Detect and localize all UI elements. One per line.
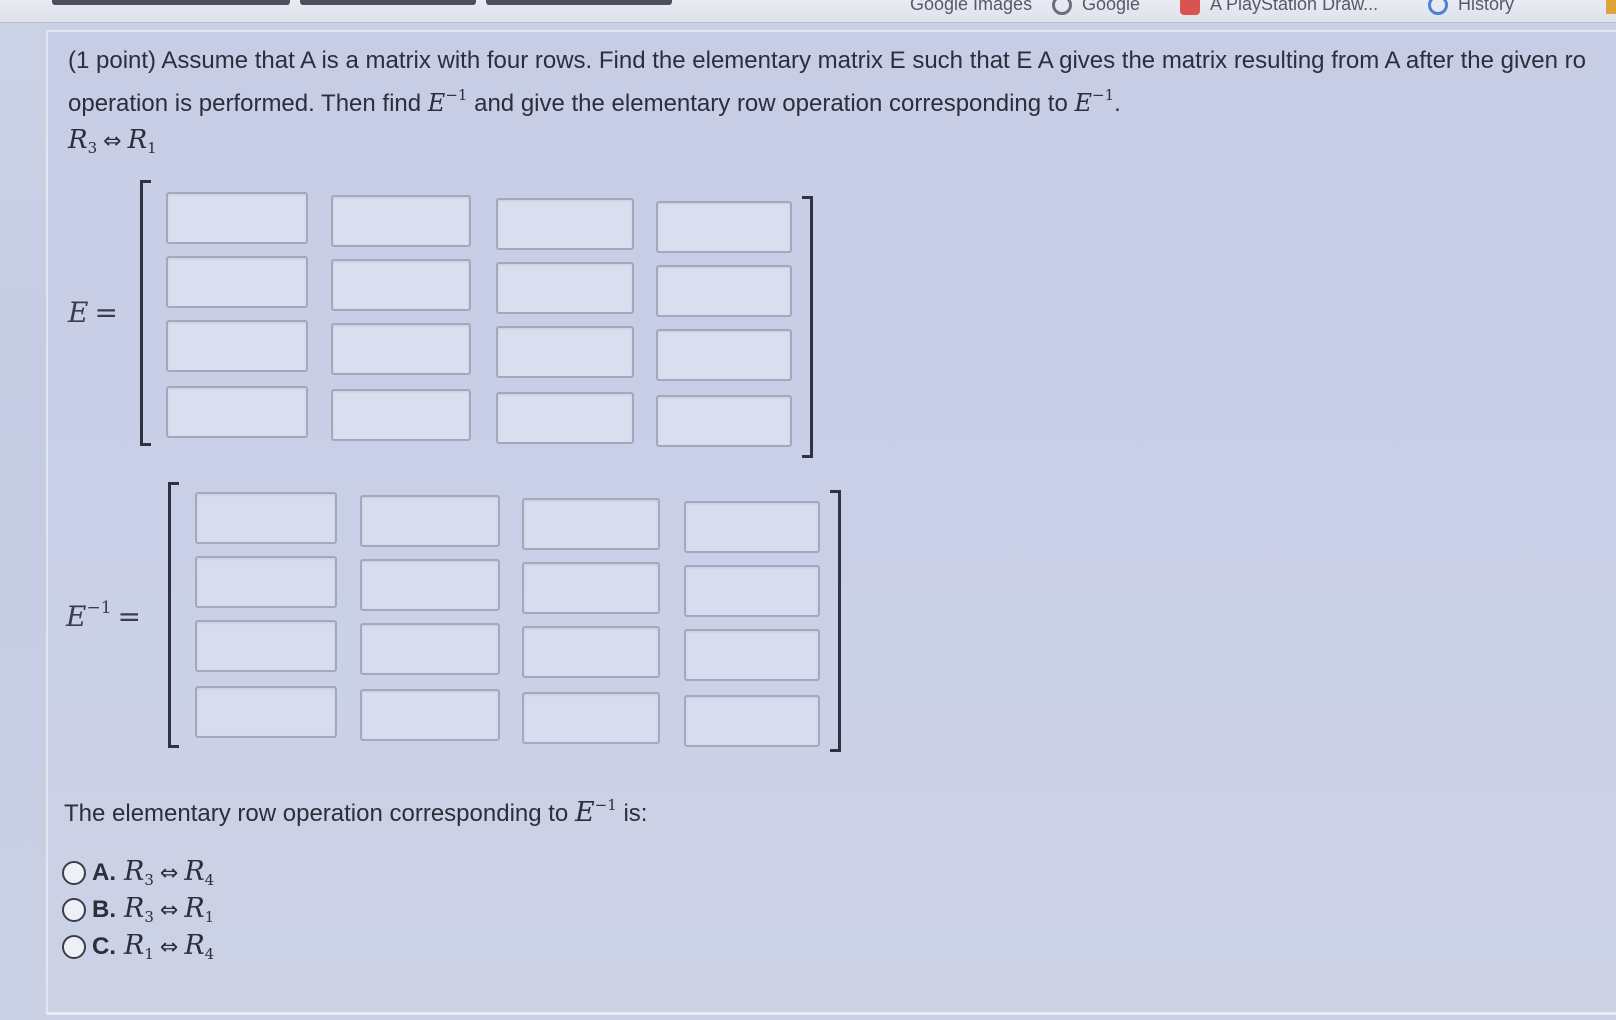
matrix-e-cell-r4c2[interactable] <box>331 389 471 441</box>
matrix-einv-cell-r2c3[interactable] <box>522 562 660 614</box>
matrix-e-cell-r1c1[interactable] <box>166 192 308 244</box>
matrix-e-cell-r1c3[interactable] <box>496 198 634 250</box>
matrix-einv-cell-r3c2[interactable] <box>360 623 500 675</box>
matrix-einv-cell-r3c1[interactable] <box>195 620 337 672</box>
matrix-e-left-bracket <box>140 180 151 446</box>
matrix-einv-cell-r3c4[interactable] <box>684 629 820 681</box>
matrix-einv-cell-r2c4[interactable] <box>684 565 820 617</box>
history-icon <box>1428 0 1448 15</box>
matrix-einv-cell-r1c3[interactable] <box>522 498 660 550</box>
matrix-e-cell-r2c1[interactable] <box>166 256 308 308</box>
radio-choice-b[interactable] <box>62 897 86 922</box>
matrix-einv-label: E−1 = <box>66 598 141 633</box>
matrix-einv-cell-r1c4[interactable] <box>684 501 820 553</box>
matrix-e-cell-r2c3[interactable] <box>496 262 634 314</box>
radio-choice-a[interactable] <box>62 860 86 885</box>
given-row-operation: R3 ⇔ R1 <box>68 125 157 157</box>
matrix-einv-cell-r1c2[interactable] <box>360 495 500 547</box>
matrix-e-cell-r3c2[interactable] <box>331 323 471 375</box>
matrix-e-cell-r2c2[interactable] <box>331 259 471 311</box>
google-icon <box>1052 0 1072 15</box>
matrix-einv-left-bracket <box>168 482 179 748</box>
bookmark-label: History <box>1458 0 1515 14</box>
matrix-e-cell-r1c4[interactable] <box>656 201 792 253</box>
bookmark-playstation[interactable]: A PlayStation Draw... <box>1180 0 1378 15</box>
bookmark-history[interactable]: History <box>1428 0 1514 15</box>
matrix-einv-cell-r1c1[interactable] <box>195 492 337 544</box>
matrix-einv-cell-r2c2[interactable] <box>360 559 500 611</box>
problem-statement: (1 point) Assume that A is a matrix with… <box>68 44 1616 165</box>
bookmark-label: Google <box>1082 0 1141 14</box>
matrix-e-cell-r2c4[interactable] <box>656 265 792 317</box>
matrix-einv-right-bracket <box>830 490 841 752</box>
choice-a[interactable]: A. R3 ⇔ R4 <box>62 856 214 889</box>
browser-bookmark-bar: Google Images Google A PlayStation Draw.… <box>0 0 1616 23</box>
radio-choice-c[interactable] <box>62 934 86 959</box>
matrix-e-cell-r4c4[interactable] <box>656 395 792 447</box>
bookmark-google-images[interactable]: Google Images <box>910 0 1032 15</box>
matrix-e-cell-r1c2[interactable] <box>331 195 471 247</box>
question-text: The elementary row operation correspondi… <box>64 796 648 828</box>
matrix-einv-cell-r3c3[interactable] <box>522 626 660 678</box>
problem-line-1: (1 point) Assume that A is a matrix with… <box>68 47 1586 74</box>
matrix-e-cell-r4c3[interactable] <box>496 392 634 444</box>
matrix-e-cell-r3c1[interactable] <box>166 320 308 372</box>
choice-b[interactable]: B. R3 ⇔ R1 <box>62 893 214 926</box>
matrix-e-cell-r3c4[interactable] <box>656 329 792 381</box>
matrix-einv-cell-r2c1[interactable] <box>195 556 337 608</box>
matrix-e-cell-r3c3[interactable] <box>496 326 634 378</box>
browser-tab[interactable] <box>486 0 672 5</box>
bookmark-overflow-icon[interactable] <box>1606 0 1616 14</box>
problem-line-2: operation is performed. Then find E−1 an… <box>68 86 1121 117</box>
bookmark-icon <box>1180 0 1200 15</box>
matrix-e-right-bracket <box>802 196 813 458</box>
matrix-einv-cell-r4c1[interactable] <box>195 686 337 738</box>
matrix-einv-cell-r4c2[interactable] <box>360 689 500 741</box>
matrix-einv-cell-r4c4[interactable] <box>684 695 820 747</box>
choice-c[interactable]: C. R1 ⇔ R4 <box>62 930 214 963</box>
browser-tab[interactable] <box>52 0 290 5</box>
bookmark-label: Google Images <box>910 0 1033 14</box>
bookmark-label: A PlayStation Draw... <box>1210 0 1379 14</box>
matrix-e-cell-r4c1[interactable] <box>166 386 308 438</box>
browser-tab[interactable] <box>300 0 476 5</box>
matrix-einv-cell-r4c3[interactable] <box>522 692 660 744</box>
matrix-e-label: E = <box>68 296 118 329</box>
bookmark-google[interactable]: Google <box>1052 0 1140 15</box>
